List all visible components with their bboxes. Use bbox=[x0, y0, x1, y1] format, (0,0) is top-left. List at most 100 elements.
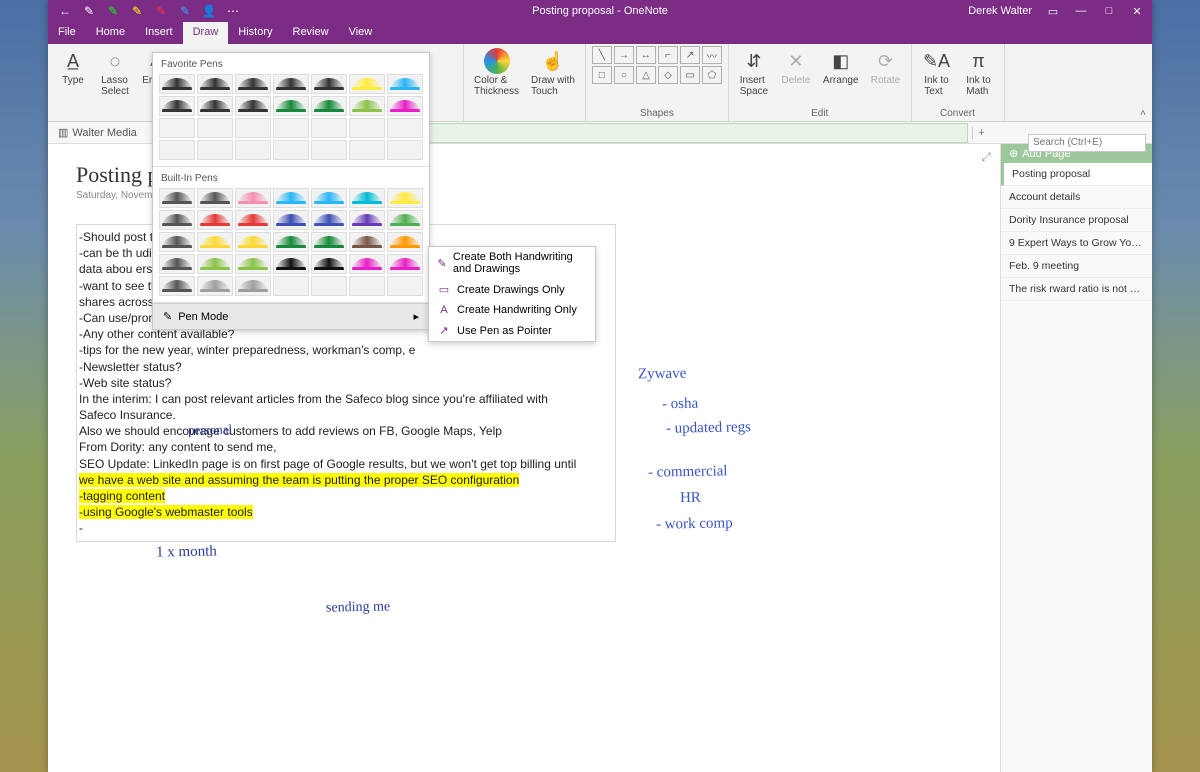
pen-swatch[interactable] bbox=[235, 96, 271, 116]
pen-swatch[interactable] bbox=[349, 188, 385, 208]
pen-swatch[interactable] bbox=[349, 276, 385, 296]
pen-mode-option[interactable]: ↗Use Pen as Pointer bbox=[429, 320, 595, 341]
page-list-item[interactable]: Posting proposal bbox=[1001, 163, 1152, 186]
pen-swatch[interactable] bbox=[159, 254, 195, 274]
pen-swatch[interactable] bbox=[311, 96, 347, 116]
pen-swatch[interactable] bbox=[311, 118, 347, 138]
pen-mode-option[interactable]: ✎Create Both Handwriting and Drawings bbox=[429, 247, 595, 279]
pen-swatch[interactable] bbox=[197, 254, 233, 274]
pen-swatch[interactable] bbox=[311, 74, 347, 94]
pen-swatch[interactable] bbox=[159, 74, 195, 94]
page-list-item[interactable]: 9 Expert Ways to Grow Your Email List bbox=[1001, 232, 1152, 255]
lasso-select-button[interactable]: ◌Lasso Select bbox=[96, 46, 134, 99]
pen-swatch[interactable] bbox=[387, 74, 423, 94]
maximize-button[interactable]: □ bbox=[1102, 5, 1116, 17]
draw-with-touch-button[interactable]: ☝Draw with Touch bbox=[527, 46, 579, 99]
pen-swatch[interactable] bbox=[311, 140, 347, 160]
pen5-icon[interactable]: ✎ bbox=[178, 4, 192, 18]
pen-swatch[interactable] bbox=[387, 232, 423, 252]
pen-swatch[interactable] bbox=[349, 96, 385, 116]
pen-swatch[interactable] bbox=[387, 254, 423, 274]
pen-swatch[interactable] bbox=[235, 210, 271, 230]
pen-swatch[interactable] bbox=[349, 74, 385, 94]
shapes-gallery[interactable]: ╲→↔⌐↗〰 □○△◇▭⬠ bbox=[592, 46, 722, 84]
pen-swatch[interactable] bbox=[159, 188, 195, 208]
pen-swatch[interactable] bbox=[197, 140, 233, 160]
pen-swatch[interactable] bbox=[273, 254, 309, 274]
pen-swatch[interactable] bbox=[159, 276, 195, 296]
search-input[interactable] bbox=[1028, 134, 1146, 152]
pen-swatch[interactable] bbox=[311, 254, 347, 274]
color-thickness-button[interactable]: Color & Thickness bbox=[470, 46, 523, 99]
pen-swatch[interactable] bbox=[197, 96, 233, 116]
pen-swatch[interactable] bbox=[273, 210, 309, 230]
pen-swatch[interactable] bbox=[235, 118, 271, 138]
menu-insert[interactable]: Insert bbox=[135, 22, 183, 44]
ink-to-math-button[interactable]: πInk to Math bbox=[960, 46, 998, 99]
menu-review[interactable]: Review bbox=[283, 22, 339, 44]
pen3-icon[interactable]: ✎ bbox=[130, 4, 144, 18]
pen-swatch[interactable] bbox=[197, 118, 233, 138]
pen1-icon[interactable]: ✎ bbox=[82, 4, 96, 18]
menu-view[interactable]: View bbox=[339, 22, 383, 44]
pen-swatch[interactable] bbox=[197, 188, 233, 208]
pen-swatch[interactable] bbox=[311, 232, 347, 252]
pen-swatch[interactable] bbox=[159, 232, 195, 252]
pen-swatch[interactable] bbox=[273, 74, 309, 94]
ink-to-text-button[interactable]: ✎AInk to Text bbox=[918, 46, 956, 99]
notebook-dropdown[interactable]: ▥ Walter Media bbox=[52, 124, 143, 141]
delete-button[interactable]: ✕Delete bbox=[777, 46, 815, 99]
pen-swatch[interactable] bbox=[349, 140, 385, 160]
pen-swatch[interactable] bbox=[235, 188, 271, 208]
pen-swatch[interactable] bbox=[197, 74, 233, 94]
pen-swatch[interactable] bbox=[197, 210, 233, 230]
pen-swatch[interactable] bbox=[387, 210, 423, 230]
pen-swatch[interactable] bbox=[235, 74, 271, 94]
insert-space-button[interactable]: ⇵Insert Space bbox=[735, 46, 773, 99]
pen-swatch[interactable] bbox=[235, 232, 271, 252]
pen-swatch[interactable] bbox=[311, 276, 347, 296]
back-icon[interactable]: ← bbox=[58, 4, 72, 18]
pen-swatch[interactable] bbox=[235, 140, 271, 160]
pen-swatch[interactable] bbox=[387, 276, 423, 296]
pen-mode-option[interactable]: ACreate Handwriting Only bbox=[429, 300, 595, 320]
pen-swatch[interactable] bbox=[273, 232, 309, 252]
minimize-button[interactable]: — bbox=[1074, 5, 1088, 17]
pen-swatch[interactable] bbox=[311, 188, 347, 208]
pen-swatch[interactable] bbox=[349, 254, 385, 274]
user-icon[interactable]: 👤 bbox=[202, 4, 216, 18]
ribbon-options-icon[interactable]: ▭ bbox=[1046, 5, 1060, 18]
pen-mode-option[interactable]: ▭Create Drawings Only bbox=[429, 279, 595, 300]
pen-swatch[interactable] bbox=[349, 210, 385, 230]
page-list-item[interactable]: The risk rward ratio is not great. All t… bbox=[1001, 278, 1152, 301]
menu-draw[interactable]: Draw bbox=[183, 22, 229, 44]
pen2-icon[interactable]: ✎ bbox=[106, 4, 120, 18]
pen-swatch[interactable] bbox=[273, 140, 309, 160]
pen-swatch[interactable] bbox=[197, 276, 233, 296]
full-page-icon[interactable]: ⤢ bbox=[978, 150, 994, 166]
pen-swatch[interactable] bbox=[349, 232, 385, 252]
add-section-button[interactable]: + bbox=[972, 127, 990, 139]
pen-swatch[interactable] bbox=[387, 96, 423, 116]
pen-swatch[interactable] bbox=[387, 118, 423, 138]
pen-mode-menu[interactable]: ✎Pen Mode ▸ bbox=[153, 303, 429, 329]
pen4-icon[interactable]: ✎ bbox=[154, 4, 168, 18]
pen-swatch[interactable] bbox=[273, 276, 309, 296]
pen-swatch[interactable] bbox=[273, 188, 309, 208]
pen-swatch[interactable] bbox=[235, 254, 271, 274]
pen-swatch[interactable] bbox=[349, 118, 385, 138]
pen-swatch[interactable] bbox=[273, 96, 309, 116]
menu-history[interactable]: History bbox=[228, 22, 282, 44]
pen-swatch[interactable] bbox=[387, 188, 423, 208]
pen-swatch[interactable] bbox=[235, 276, 271, 296]
rotate-button[interactable]: ⟳Rotate bbox=[867, 46, 905, 99]
page-list-item[interactable]: Dority Insurance proposal bbox=[1001, 209, 1152, 232]
pen-swatch[interactable] bbox=[159, 210, 195, 230]
pen-swatch[interactable] bbox=[159, 140, 195, 160]
pen-swatch[interactable] bbox=[159, 96, 195, 116]
page-list-item[interactable]: Account details bbox=[1001, 186, 1152, 209]
collapse-ribbon-icon[interactable]: ˄ bbox=[1140, 108, 1146, 119]
pen-swatch[interactable] bbox=[311, 210, 347, 230]
arrange-button[interactable]: ◧Arrange bbox=[819, 46, 863, 99]
type-button[interactable]: A̲Type bbox=[54, 46, 92, 99]
